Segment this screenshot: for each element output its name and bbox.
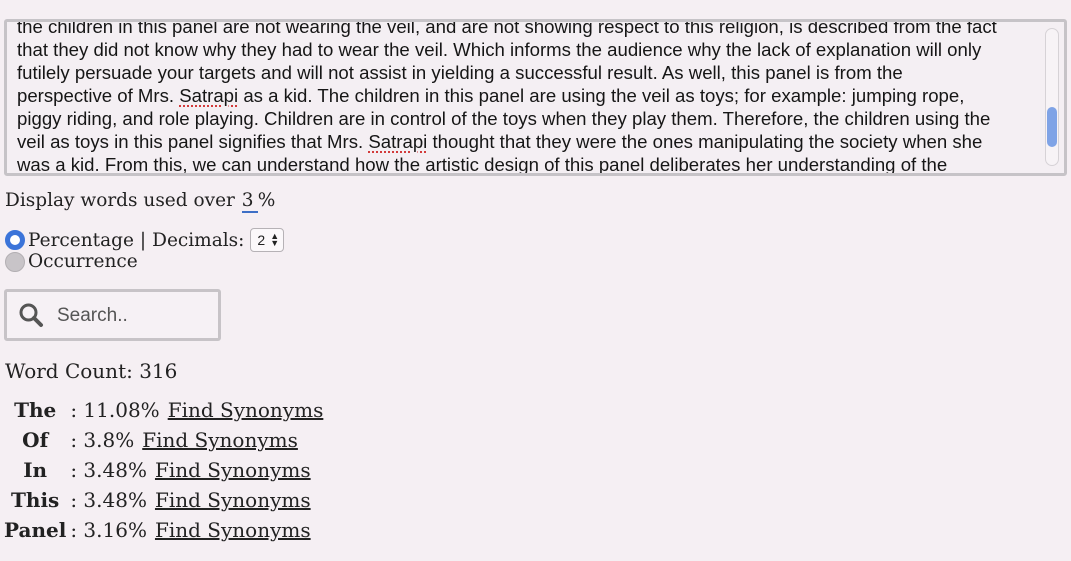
decimals-stepper[interactable]: 2 ▲ ▼: [250, 228, 285, 252]
occurrence-option[interactable]: Occurrence: [5, 251, 138, 272]
occurrence-radio[interactable]: [5, 251, 25, 272]
search-input[interactable]: [55, 301, 209, 331]
word-row: Panel : 3.16% Find Synonyms: [4, 515, 323, 545]
word-frequency: : 3.48% Find Synonyms: [66, 485, 323, 515]
percentage-radio[interactable]: [5, 230, 25, 250]
essay-line: perspective of Mrs. Satrapi as a kid. Th…: [17, 85, 965, 106]
essay-text[interactable]: the children in this panel are not weari…: [17, 19, 1037, 175]
misspelled-word[interactable]: Satrapi: [368, 131, 427, 152]
word-percentage: : 3.16%: [70, 518, 147, 542]
word-row: In : 3.48% Find Synonyms: [4, 455, 323, 485]
percentage-option[interactable]: Percentage | Decimals: 2 ▲ ▼: [5, 228, 285, 252]
word-row: The : 11.08% Find Synonyms: [4, 395, 323, 425]
find-synonyms-link[interactable]: Find Synonyms: [155, 518, 311, 542]
occurrence-label: Occurrence: [28, 251, 138, 272]
essay-line: veil as toys in this panel signifies tha…: [17, 131, 983, 152]
essay-line: piggy riding, and role playing. Children…: [17, 108, 991, 129]
find-synonyms-link[interactable]: Find Synonyms: [142, 428, 298, 452]
essay-line: was a kid. From this, we can understand …: [17, 154, 948, 175]
word-percentage: : 3.48%: [70, 458, 147, 482]
threshold-row: Display words used over %: [5, 190, 275, 213]
word-percentage: : 11.08%: [70, 398, 160, 422]
essay-textarea[interactable]: the children in this panel are not weari…: [4, 19, 1067, 176]
up-down-arrows-icon[interactable]: ▲ ▼: [270, 232, 279, 248]
word-count: Word Count: 316: [5, 359, 178, 383]
textarea-scrollbar[interactable]: [1045, 28, 1059, 166]
find-synonyms-link[interactable]: Find Synonyms: [168, 398, 324, 422]
misspelled-word[interactable]: Satrapi: [179, 85, 238, 106]
word: In: [23, 458, 48, 482]
word-frequency: : 11.08% Find Synonyms: [66, 395, 323, 425]
essay-line: the children in this panel are not weari…: [17, 19, 997, 37]
word-percentage: : 3.48%: [70, 488, 147, 512]
threshold-label: Display words used over: [5, 190, 235, 211]
essay-line: futilely persuade your targets and will …: [17, 62, 903, 83]
word-frequency-list: The : 11.08% Find Synonyms Of : 3.8% Find …: [4, 395, 323, 545]
scrollbar-thumb[interactable]: [1047, 107, 1057, 147]
threshold-input[interactable]: [241, 190, 258, 213]
word-percentage: : 3.8%: [70, 428, 135, 452]
word-frequency: : 3.8% Find Synonyms: [66, 425, 323, 455]
percentage-label: Percentage: [28, 229, 134, 251]
mode-separator: |: [139, 229, 147, 251]
word: This: [11, 488, 60, 512]
essay-line: that they did not know why they had to w…: [17, 39, 982, 60]
threshold-unit: %: [257, 190, 276, 211]
word-row: Of : 3.8% Find Synonyms: [4, 425, 323, 455]
decimals-value: 2: [257, 232, 266, 248]
word: The: [14, 398, 57, 422]
word-frequency: : 3.48% Find Synonyms: [66, 455, 323, 485]
decimals-label: Decimals:: [152, 229, 245, 251]
word: Panel: [4, 518, 67, 542]
find-synonyms-link[interactable]: Find Synonyms: [155, 458, 311, 482]
word: Of: [22, 428, 49, 452]
word-frequency: : 3.16% Find Synonyms: [66, 515, 323, 545]
word-row: This : 3.48% Find Synonyms: [4, 485, 323, 515]
search-icon: [19, 303, 43, 327]
find-synonyms-link[interactable]: Find Synonyms: [155, 488, 311, 512]
search-box[interactable]: [4, 289, 221, 341]
